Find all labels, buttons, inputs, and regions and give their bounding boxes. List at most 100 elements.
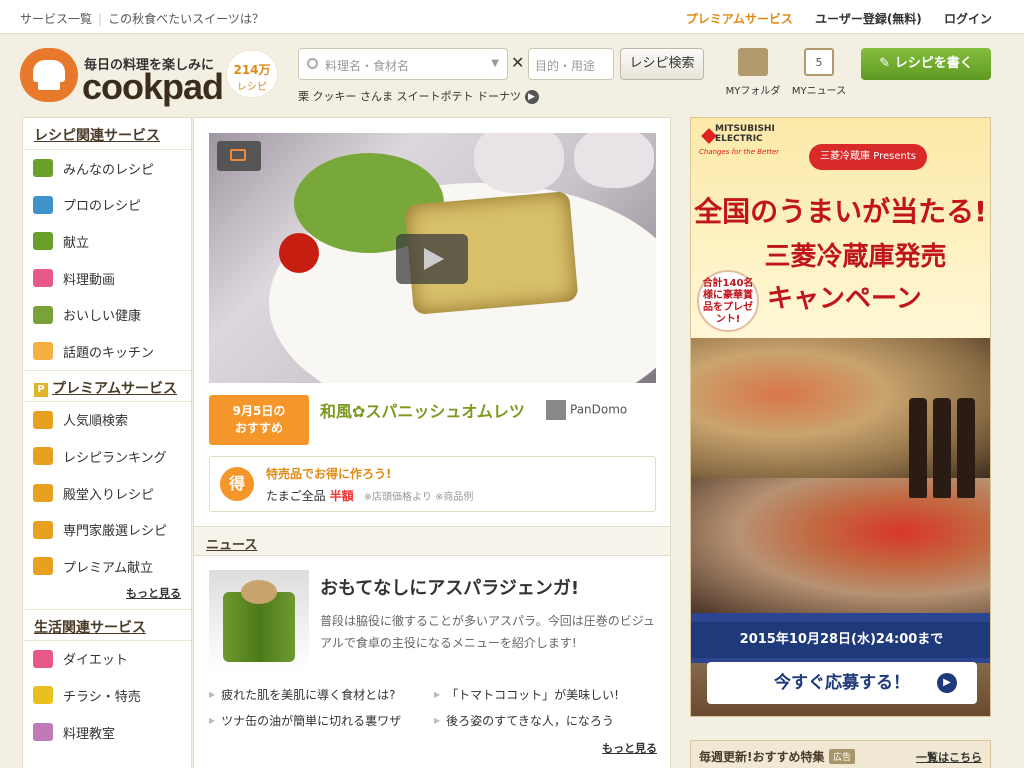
sidebar-item-recipe-3[interactable]: 料理動画: [23, 260, 191, 297]
ad-headline-1: 全国のうまいが当たる!: [694, 195, 987, 228]
sidebar-item-label: 専門家厳選レシピ: [63, 524, 168, 540]
sidebar-item-recipe-5[interactable]: 話題のキッチン: [23, 333, 191, 370]
fork-knife-icon: [33, 159, 53, 178]
ad-brand: MITSUBISHI ELECTRIC: [715, 124, 775, 144]
service-list-link[interactable]: サービス一覧: [20, 12, 92, 26]
life-services-heading[interactable]: 生活関連サービス: [23, 608, 191, 641]
sidebar-item-label: ダイエット: [63, 653, 128, 669]
ad-bottle-image: [957, 398, 975, 498]
my-folder-button[interactable]: MYフォルダ: [718, 48, 788, 97]
news-link[interactable]: 「トマトココット」が美味しい!: [434, 686, 619, 703]
bargain-badge-icon: 得: [220, 467, 254, 501]
recipe-count-label: レシピ: [237, 82, 267, 93]
bento-icon: [33, 232, 53, 251]
news-headline[interactable]: おもてなしにアスパラジェンガ!: [320, 574, 579, 600]
sidebar-item-life-0[interactable]: ダイエット: [23, 641, 191, 678]
recipe-author[interactable]: PanDomo: [546, 400, 627, 420]
recipe-count-badge: 214万 レシピ: [226, 50, 278, 98]
sidebar-item-recipe-2[interactable]: 献立: [23, 223, 191, 260]
news-heading-link[interactable]: ニュース: [206, 534, 257, 553]
keyword-link[interactable]: さんま: [360, 90, 393, 103]
search-icon: [307, 58, 318, 69]
chef-hat-icon: [20, 48, 78, 102]
sidebar-item-premium-4[interactable]: プレミアム献立: [23, 548, 191, 585]
recipe-services-heading[interactable]: レシピ関連サービス: [23, 118, 191, 150]
my-news-button[interactable]: 5 MYニュース: [784, 48, 854, 97]
top-bar-left: サービス一覧 | この秋食べたいスイーツは？: [20, 10, 264, 27]
news-thumbnail[interactable]: [209, 570, 309, 670]
pencil-icon: ✎: [879, 56, 891, 71]
sidebar-item-label: 人気順検索: [63, 414, 129, 430]
premium-services-list: 人気順検索レシピランキング 殿堂入りレシピ 専門家厳選レシピ プレミアム献立: [23, 402, 191, 585]
mitsubishi-ad-banner[interactable]: MITSUBISHI ELECTRIC Changes for the Bette…: [690, 117, 991, 717]
sidebar-item-label: みんなのレシピ: [63, 162, 155, 178]
keyword-link[interactable]: 栗: [298, 90, 309, 103]
more-keywords-arrow-icon[interactable]: ▶: [524, 90, 539, 104]
sidebar-item-label: チラシ・特売: [63, 689, 141, 705]
register-link[interactable]: ユーザー登録(無料): [815, 12, 922, 26]
sidebar-item-premium-1[interactable]: レシピランキング: [23, 438, 191, 475]
sidebar-item-recipe-0[interactable]: みんなのレシピ: [23, 150, 191, 187]
chef-icon: [33, 342, 53, 361]
house-icon: [33, 723, 53, 742]
crown-icon: [33, 410, 53, 429]
site-header: 毎日の料理を楽しみに cookpad 214万 レシピ 料理名・食材名 ▼ ✕ …: [0, 34, 1024, 114]
ad-deadline: 2015年10月28日(水)24:00まで: [691, 622, 990, 658]
news-link[interactable]: 疲れた肌を美肌に導く食材とは?: [209, 686, 395, 703]
top-bar: サービス一覧 | この秋食べたいスイーツは？ プレミアムサービス ユーザー登録(無料…: [0, 0, 1024, 34]
clear-icon[interactable]: ✕: [511, 53, 524, 72]
sidebar-item-label: プレミアム献立: [63, 560, 154, 576]
book-icon: [33, 195, 53, 214]
ranking-icon: [33, 447, 53, 466]
premium-services-heading[interactable]: P プレミアムサービス: [23, 369, 191, 402]
write-recipe-label: レシピを書く: [894, 56, 973, 71]
weekly-all-link[interactable]: 一覧はこちら: [916, 749, 982, 765]
video-camera-icon: [33, 269, 53, 288]
premium-service-link[interactable]: プレミアムサービス: [686, 12, 793, 26]
sidebar-item-recipe-1[interactable]: プロのレシピ: [23, 187, 191, 224]
write-recipe-button[interactable]: ✎ レシピを書く: [861, 48, 991, 80]
news-link[interactable]: ツナ缶の油が簡単に切れる裏ワザ: [209, 712, 401, 729]
sidebar-item-label: レシピランキング: [63, 450, 167, 466]
sidebar-item-life-2[interactable]: 料理教室: [23, 714, 191, 751]
login-link[interactable]: ログイン: [944, 12, 992, 26]
sidebar-item-premium-3[interactable]: 専門家厳選レシピ: [23, 511, 191, 548]
separator: |: [98, 12, 103, 26]
keyword-link[interactable]: クッキー: [313, 90, 357, 103]
recipe-search-button[interactable]: レシピ検索: [620, 48, 704, 80]
dropdown-arrow-icon[interactable]: ▼: [491, 58, 499, 69]
premium-more-link[interactable]: もっと見る: [23, 585, 191, 609]
life-services-list: ダイエットチラシ・特売料理教室: [23, 641, 191, 751]
sidebar-item-label: 話題のキッチン: [63, 345, 155, 361]
sale-banner-detail: たまご全品 半額 ※店頭価格より ※商品例: [266, 489, 474, 503]
star-dish-icon: [33, 557, 53, 576]
ad-apply-button[interactable]: 今すぐ応募する！ ▶: [707, 662, 977, 704]
sidebar-item-label: おいしい健康: [63, 309, 142, 325]
news-more-link[interactable]: もっと見る: [602, 740, 657, 756]
ingredient-placeholder: 料理名・食材名: [325, 59, 410, 73]
ad-bottle-image: [933, 398, 951, 498]
sidebar-item-label: 殿堂入りレシピ: [63, 487, 155, 503]
featured-recipe-photo[interactable]: [209, 133, 656, 383]
purpose-search-input[interactable]: 目的・用途: [528, 48, 614, 80]
cookpad-logo[interactable]: 毎日の料理を楽しみに cookpad: [20, 48, 224, 108]
sale-banner[interactable]: 得 特売品でお得に作ろう! たまご全品 半額 ※店頭価格より ※商品例: [209, 456, 656, 512]
sidebar-item-premium-2[interactable]: 殿堂入りレシピ: [23, 475, 191, 512]
top-bar-right: プレミアムサービス ユーザー登録(無料) ログイン: [686, 10, 992, 27]
today-pick-badge: 9月5日の おすすめ: [209, 395, 309, 445]
recipe-services-list: みんなのレシピプロのレシピ 献立 料理動画おいしい健康 話題のキッチン: [23, 150, 191, 370]
recipe-count: 214万: [233, 63, 271, 77]
play-button[interactable]: [396, 234, 468, 284]
featured-recipe-title[interactable]: 和風✿スパニッシュオムレツ: [320, 398, 525, 422]
sidebar-item-recipe-4[interactable]: おいしい健康: [23, 296, 191, 333]
news-summary: 普段は脇役に徹することが多いアスパラ。今回は圧巻のビジュアルで食卓の主役になるメ…: [320, 614, 655, 650]
featured-sweets-link[interactable]: この秋食べたいスイーツは？: [108, 12, 264, 26]
sidebar-item-life-1[interactable]: チラシ・特売: [23, 677, 191, 714]
keyword-link[interactable]: ドーナツ: [477, 90, 521, 103]
person-icon: [33, 305, 53, 324]
keyword-link[interactable]: スイートポテト: [397, 90, 474, 103]
ingredient-search-input[interactable]: 料理名・食材名 ▼: [298, 48, 508, 80]
sidebar-item-premium-0[interactable]: 人気順検索: [23, 402, 191, 439]
weekly-feature-header: 毎週更新!おすすめ特集 広告 一覧はこちら: [690, 740, 991, 768]
news-link[interactable]: 後ろ姿のすてきな人，になろう: [434, 712, 614, 729]
